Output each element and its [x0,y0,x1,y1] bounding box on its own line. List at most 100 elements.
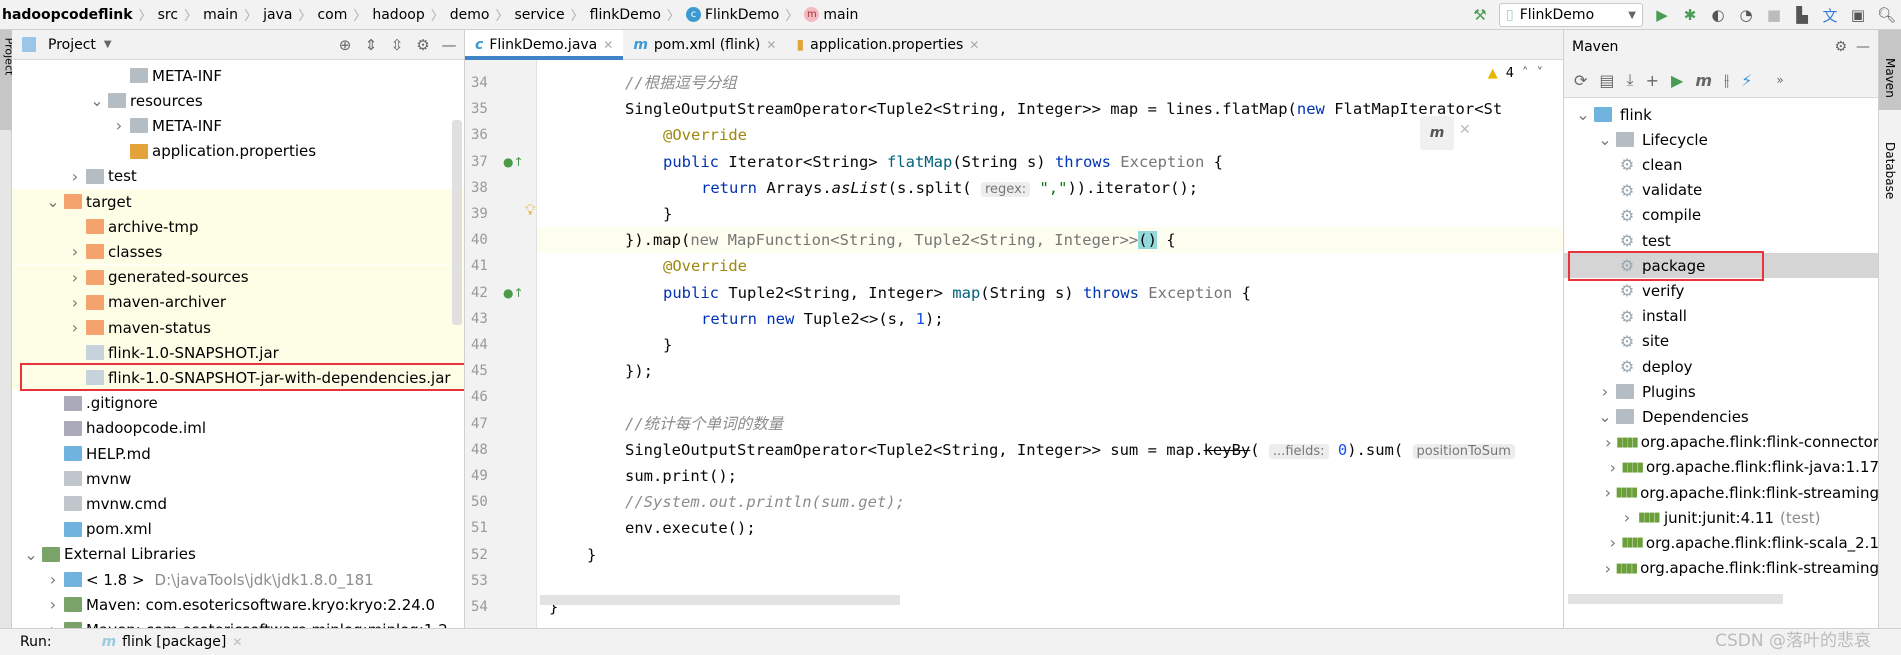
chevron-down-icon[interactable]: ⌄ [1572,105,1594,124]
gear-icon[interactable]: ⚙ [414,36,432,54]
profile-icon[interactable]: ◔ [1737,6,1755,24]
tree-item[interactable]: › generated-sources [12,264,464,290]
tree-item[interactable]: application.properties [12,139,464,164]
tree-item[interactable]: archive-tmp [12,214,464,240]
maven-goal-icon[interactable]: m [1695,71,1712,90]
chevron-up-icon[interactable]: ˄ [1522,66,1529,81]
run-icon[interactable]: ▶ [1671,71,1683,90]
implements-marker-icon[interactable]: ●↑ [503,286,524,300]
chevron-right-icon[interactable]: › [1604,533,1621,552]
maven-tree-item[interactable]: ⚙ compile [1564,203,1879,228]
maven-tree-item[interactable]: › ▮▮▮▮ org.apache.flink:flink-connector [1564,430,1879,455]
maven-tree-item[interactable]: ⌄ Lifecycle [1564,127,1879,152]
maven-reload-icon[interactable]: m [1430,125,1445,141]
close-icon[interactable]: ✕ [969,38,979,52]
debug-icon[interactable]: ✱ [1681,6,1699,24]
tree-item[interactable]: › META-INF [12,113,464,138]
breadcrumb-item[interactable]: 〉 m main [779,5,858,25]
inspection-widget[interactable]: ▲ 4 ˄ ˅ [1488,60,1543,86]
chevron-right-icon[interactable]: › [1601,433,1617,452]
expand-all-icon[interactable]: ⇕ [362,36,380,54]
project-scrollbar[interactable] [452,120,462,325]
collapse-all-icon[interactable]: ⇳ [388,36,406,54]
maven-tree-item[interactable]: › ▮▮▮▮ org.apache.flink:flink-scala_2.1 [1564,530,1879,555]
tree-item[interactable]: ⌄ target [12,189,464,214]
reload-icon[interactable]: ⟳ [1574,71,1587,90]
maven-tree-item[interactable]: ⚙ site [1564,329,1879,354]
breadcrumb-item[interactable]: 〉 src [133,5,178,25]
tree-item[interactable]: META-INF [12,63,464,88]
tree-item[interactable]: hadoopcode.iml [12,416,464,441]
close-icon[interactable]: ✕ [232,635,242,649]
editor-tab[interactable]: ▮ application.properties ✕ [786,30,989,59]
tree-item[interactable]: › Maven: com.esotericsoftware.kryo:kryo:2… [12,592,464,617]
download-icon[interactable]: ⤓ [1627,70,1634,90]
breadcrumb-item[interactable]: 〉 flinkDemo [565,5,661,25]
code-editor[interactable]: c FlinkDemo.java ✕ m pom.xml (flink) ✕ ▮ applic… [465,30,1563,628]
chevron-right-icon[interactable]: › [1594,382,1616,401]
project-view-select[interactable]: Project [48,37,96,53]
chevron-down-icon[interactable]: ⌄ [86,91,108,110]
maven-reload-popup[interactable]: m [1420,116,1454,150]
chevron-down-icon[interactable]: ▼ [104,39,112,50]
bulb-icon[interactable]: 💡︎ [525,201,536,219]
tree-item[interactable]: › < 1.8 > D:\javaTools\jdk\jdk1.8.0_181 [12,567,464,592]
maven-tree-item[interactable]: ⚙ test [1564,228,1879,253]
chevron-right-icon[interactable]: › [64,268,86,287]
project-stripe-button[interactable]: Project [0,30,15,130]
breadcrumb-item[interactable]: 〉 demo [425,5,490,25]
tree-item[interactable]: HELP.md [12,441,464,466]
maven-tree-item[interactable]: › ▮▮▮▮ org.apache.flink:flink-streaming [1564,556,1879,581]
project-structure-icon[interactable]: ▙ [1793,6,1811,24]
tree-item[interactable]: › test [12,164,464,189]
breadcrumb-item[interactable]: 〉 c FlinkDemo [661,5,779,25]
maven-tree-item[interactable]: › ▮▮▮▮ org.apache.flink:flink-streaming [1564,480,1879,505]
coverage-icon[interactable]: ◐ [1709,6,1727,24]
skip-tests-icon[interactable]: ⫲ [1724,70,1729,90]
search-icon[interactable]: 🔍︎ [1877,6,1896,24]
tree-item[interactable]: › classes [12,239,464,265]
generate-sources-icon[interactable]: ▤ [1599,71,1614,90]
chevron-down-icon[interactable]: ⌄ [42,192,64,211]
offline-icon[interactable]: ⚡ [1741,71,1752,90]
chevron-right-icon[interactable]: › [108,116,130,135]
tree-item[interactable]: flink-1.0-SNAPSHOT.jar [12,340,464,366]
maven-tree-item[interactable]: ⚙ install [1564,304,1879,329]
translate-icon[interactable]: 文 [1821,5,1839,26]
breadcrumb-item[interactable]: 〉 main [178,5,238,25]
breadcrumb-item[interactable]: hadoopcodeflink [2,7,133,23]
chevron-right-icon[interactable]: › [1604,458,1621,477]
editor-tab[interactable]: m pom.xml (flink) ✕ [623,30,786,59]
maven-tree-item[interactable]: ⚙ deploy [1564,354,1879,379]
hide-icon[interactable]: — [440,36,458,54]
breadcrumb-item[interactable]: 〉 hadoop [347,5,424,25]
breadcrumb-item[interactable]: 〉 java [238,5,292,25]
chevron-down-icon[interactable]: ⌄ [1594,130,1616,149]
tree-item[interactable]: › maven-archiver [12,289,464,315]
run-config-select[interactable]: ▯ FlinkDemo ▼ [1499,3,1643,27]
chevron-right-icon[interactable]: › [64,242,86,261]
maven-tree-item[interactable]: ⚙ clean [1564,152,1879,177]
chevron-right-icon[interactable]: › [64,318,86,337]
maven-horizontal-scrollbar[interactable] [1568,594,1783,604]
tree-item[interactable]: pom.xml [12,517,464,542]
stop-icon[interactable]: ■ [1765,6,1783,24]
add-icon[interactable]: + [1646,71,1659,90]
tree-item[interactable]: ⌄ External Libraries [12,542,464,567]
window-icon[interactable]: ▣ [1849,6,1867,24]
tree-item[interactable]: mvnw [12,466,464,491]
tree-item[interactable]: › maven-status [12,315,464,340]
tree-item[interactable]: › Maven: com.esotericsoftware.minlog:minl… [12,617,464,628]
maven-tree-item[interactable]: › Plugins [1564,379,1879,404]
chevron-right-icon[interactable]: › [64,293,86,312]
chevron-down-icon[interactable]: ⌄ [1594,407,1616,426]
tree-item[interactable]: .gitignore [12,391,464,416]
close-icon[interactable]: ✕ [766,38,776,52]
implements-marker-icon[interactable]: ●↑ [503,155,524,169]
maven-tree-item[interactable]: › ▮▮▮▮ org.apache.flink:flink-java:1.17 [1564,455,1879,480]
breadcrumb-item[interactable]: 〉 service [489,5,564,25]
gear-icon[interactable]: ⚙ [1835,39,1848,55]
maven-tree-item[interactable]: ⌄ Dependencies [1564,404,1879,429]
maven-tree-item[interactable]: ⚙ validate [1564,178,1879,203]
chevron-right-icon[interactable]: › [1600,483,1615,502]
